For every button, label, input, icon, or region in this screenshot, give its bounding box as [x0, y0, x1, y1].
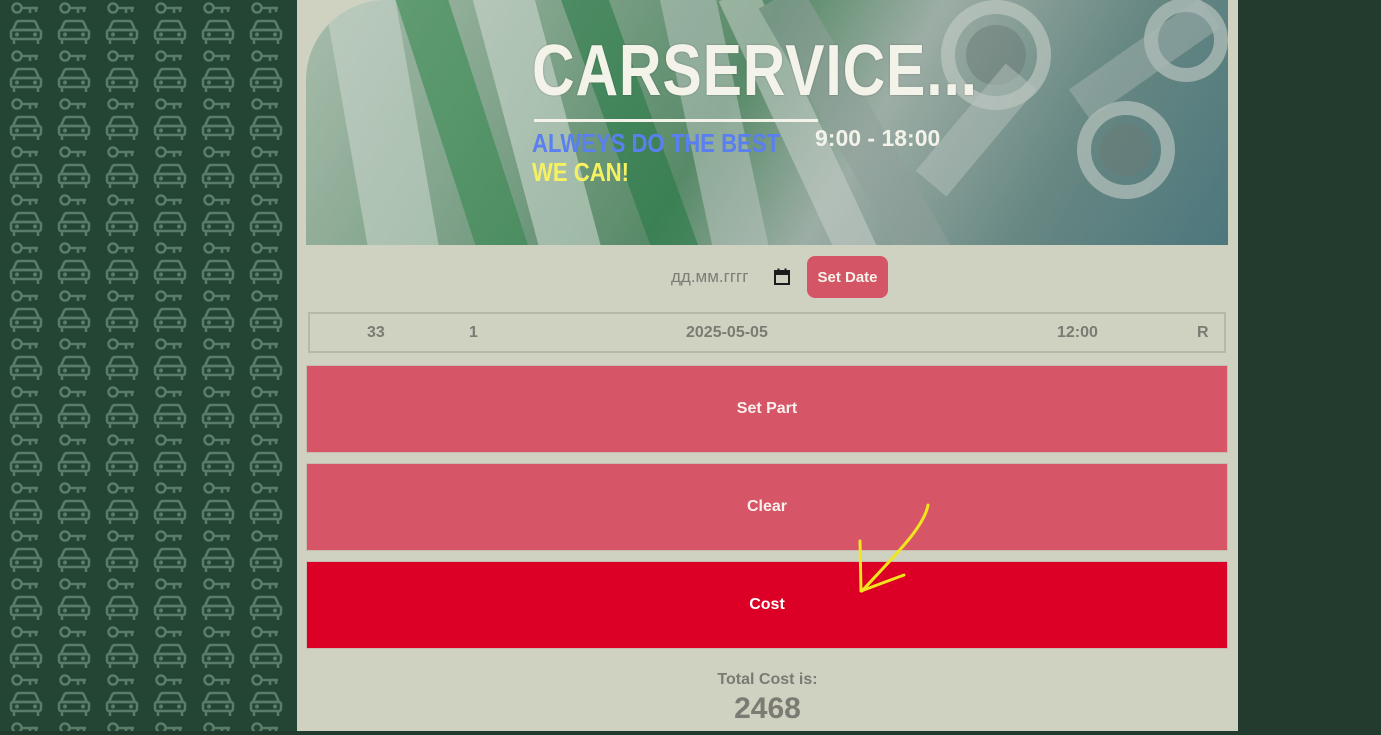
header-banner: CARSERVICE... ALWEYS DO THE BEST WE CAN!… — [306, 0, 1228, 245]
car-key-pattern-icon — [0, 0, 297, 731]
site-title: CARSERVICE... — [532, 31, 978, 111]
main-panel: CARSERVICE... ALWEYS DO THE BEST WE CAN!… — [297, 0, 1238, 731]
date-input[interactable]: дд.мм.гггг — [671, 264, 795, 290]
selection-time: 12:00 — [1057, 324, 1098, 341]
date-row: дд.мм.гггг Set Date — [297, 256, 1238, 298]
cost-button[interactable]: Cost — [306, 561, 1228, 649]
clear-button[interactable]: Clear — [306, 463, 1228, 551]
set-date-button[interactable]: Set Date — [807, 256, 888, 298]
date-placeholder: дд.мм.гггг — [671, 267, 749, 286]
right-background — [1238, 0, 1381, 731]
selection-cell-2: 1 — [469, 324, 478, 341]
total-cost-label: Total Cost is: — [717, 671, 818, 688]
background-pattern — [0, 0, 297, 731]
total-cost-value: 2468 — [734, 692, 801, 725]
working-hours: 9:00 - 18:00 — [815, 125, 941, 151]
title-underline — [534, 119, 818, 122]
calendar-icon[interactable] — [774, 268, 790, 289]
selection-date: 2025-05-05 — [686, 324, 768, 341]
set-part-button[interactable]: Set Part — [306, 365, 1228, 453]
slogan-line1: ALWEYS DO THE BEST — [532, 128, 781, 158]
selection-cell-5: R — [1197, 324, 1209, 341]
slogan-line2: WE CAN! — [532, 157, 629, 187]
selection-row: 33 1 2025-05-05 12:00 R — [308, 312, 1226, 353]
selection-cell-1: 33 — [367, 324, 385, 341]
